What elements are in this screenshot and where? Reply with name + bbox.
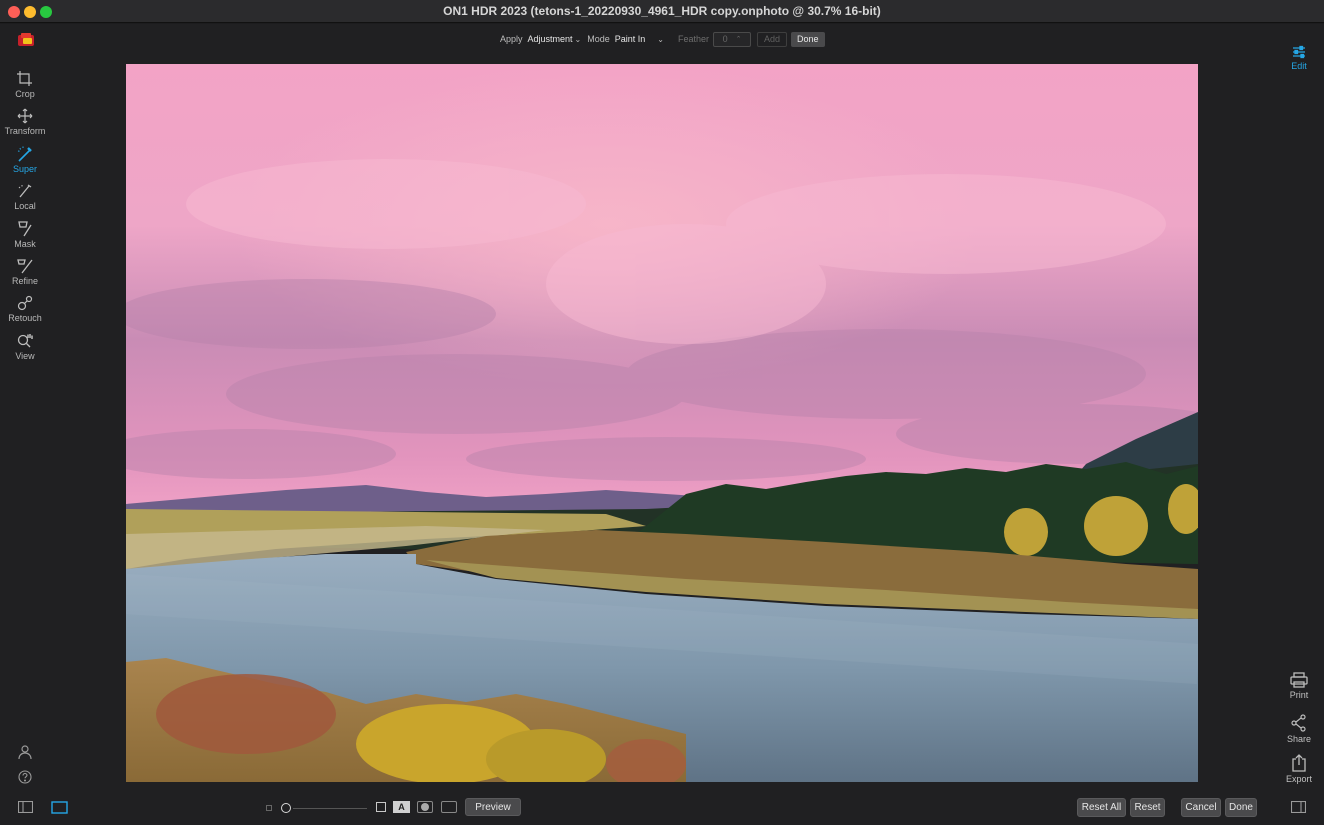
share-label: Share bbox=[1286, 734, 1312, 744]
app-logo-icon bbox=[18, 33, 34, 46]
sliders-icon bbox=[1293, 45, 1305, 59]
small-square-icon bbox=[266, 805, 272, 811]
reset-all-button[interactable]: Reset All bbox=[1077, 798, 1126, 817]
chevron-down-icon[interactable]: ⌄ bbox=[657, 35, 664, 44]
tool-label: Retouch bbox=[8, 313, 42, 324]
tool-transform[interactable]: Transform bbox=[0, 105, 50, 142]
feather-stepper[interactable]: 0 ⌃ bbox=[713, 31, 752, 47]
image-canvas[interactable] bbox=[126, 64, 1198, 782]
apply-label: Apply bbox=[500, 34, 523, 44]
share-button[interactable]: Share bbox=[1280, 714, 1318, 744]
tool-crop[interactable]: Crop bbox=[0, 68, 50, 105]
brush-options-bar: Apply Adjustment ⌄ Mode Paint In ⌄ Feath… bbox=[500, 30, 825, 48]
mask-view-a-button[interactable]: A bbox=[393, 801, 410, 813]
tool-retouch[interactable]: Retouch bbox=[0, 292, 50, 329]
slider-track[interactable] bbox=[293, 807, 367, 809]
tool-label: Super bbox=[12, 163, 38, 174]
share-icon bbox=[1291, 714, 1306, 732]
add-button[interactable]: Add bbox=[757, 31, 788, 47]
crop-icon bbox=[17, 71, 32, 86]
tool-mask[interactable]: Mask bbox=[0, 218, 50, 255]
refine-brush-icon bbox=[17, 259, 33, 274]
edit-label: Edit bbox=[1291, 61, 1307, 71]
tab-edit[interactable]: Edit bbox=[1282, 44, 1316, 71]
tool-refine[interactable]: Refine bbox=[0, 255, 50, 292]
app-area: Apply Adjustment ⌄ Mode Paint In ⌄ Feath… bbox=[0, 24, 1324, 825]
tool-label: Mask bbox=[14, 238, 36, 249]
single-view-icon[interactable] bbox=[51, 801, 68, 814]
done-button[interactable]: Done bbox=[1225, 798, 1257, 817]
tool-label: Transform bbox=[4, 126, 46, 137]
tool-label: View bbox=[15, 350, 35, 361]
mode-label: Mode bbox=[587, 34, 610, 44]
landscape-photo bbox=[126, 64, 1198, 782]
mask-view-grayscale-button[interactable] bbox=[441, 801, 457, 813]
export-button[interactable]: Export bbox=[1280, 754, 1318, 784]
tool-view[interactable]: View bbox=[0, 330, 50, 367]
export-icon bbox=[1292, 754, 1306, 772]
toggle-left-panel-icon[interactable] bbox=[18, 801, 33, 813]
left-toolbar: Crop Transform Super Local Mask Refine R… bbox=[0, 68, 50, 367]
cancel-button[interactable]: Cancel bbox=[1181, 798, 1221, 817]
move-icon bbox=[17, 108, 33, 124]
magic-brush-icon bbox=[17, 146, 32, 162]
tool-label: Crop bbox=[15, 89, 35, 99]
help-icon[interactable] bbox=[18, 770, 32, 784]
tool-local[interactable]: Local bbox=[0, 180, 50, 217]
print-button[interactable]: Print bbox=[1280, 672, 1318, 700]
tool-super[interactable]: Super bbox=[0, 143, 50, 180]
export-label: Export bbox=[1285, 774, 1312, 784]
apply-dropdown[interactable]: Adjustment bbox=[528, 34, 573, 44]
mask-view-circle-button[interactable] bbox=[417, 801, 433, 813]
stepper-arrows-icon: ⌃ bbox=[735, 36, 742, 43]
retouch-icon bbox=[17, 296, 33, 311]
toggle-right-panel-icon[interactable] bbox=[1291, 801, 1306, 813]
window-title: ON1 HDR 2023 (tetons-1_20220930_4961_HDR… bbox=[443, 4, 881, 18]
mask-brush-icon bbox=[18, 220, 32, 236]
brush-size-slider[interactable] bbox=[266, 801, 367, 815]
preview-button[interactable]: Preview bbox=[465, 798, 521, 816]
slider-thumb[interactable] bbox=[281, 803, 291, 813]
feather-label: Feather bbox=[678, 34, 710, 44]
chevron-down-icon: ⌄ bbox=[574, 34, 582, 44]
feather-value: 0 bbox=[722, 34, 728, 44]
done-mask-button[interactable]: Done bbox=[791, 31, 825, 47]
user-account-icon[interactable] bbox=[18, 744, 32, 760]
print-label: Print bbox=[1289, 690, 1309, 700]
printer-icon bbox=[1290, 672, 1308, 688]
reset-button[interactable]: Reset bbox=[1130, 798, 1165, 817]
circle-icon bbox=[421, 803, 429, 811]
tool-label: Refine bbox=[11, 275, 38, 286]
mode-dropdown[interactable]: Paint In bbox=[615, 34, 646, 44]
zoom-hand-icon bbox=[17, 333, 33, 348]
brush-icon bbox=[18, 184, 32, 198]
mask-overlay-toggle-icon[interactable] bbox=[376, 802, 386, 812]
title-bar: ON1 HDR 2023 (tetons-1_20220930_4961_HDR… bbox=[0, 0, 1324, 23]
tool-label: Local bbox=[14, 201, 36, 212]
